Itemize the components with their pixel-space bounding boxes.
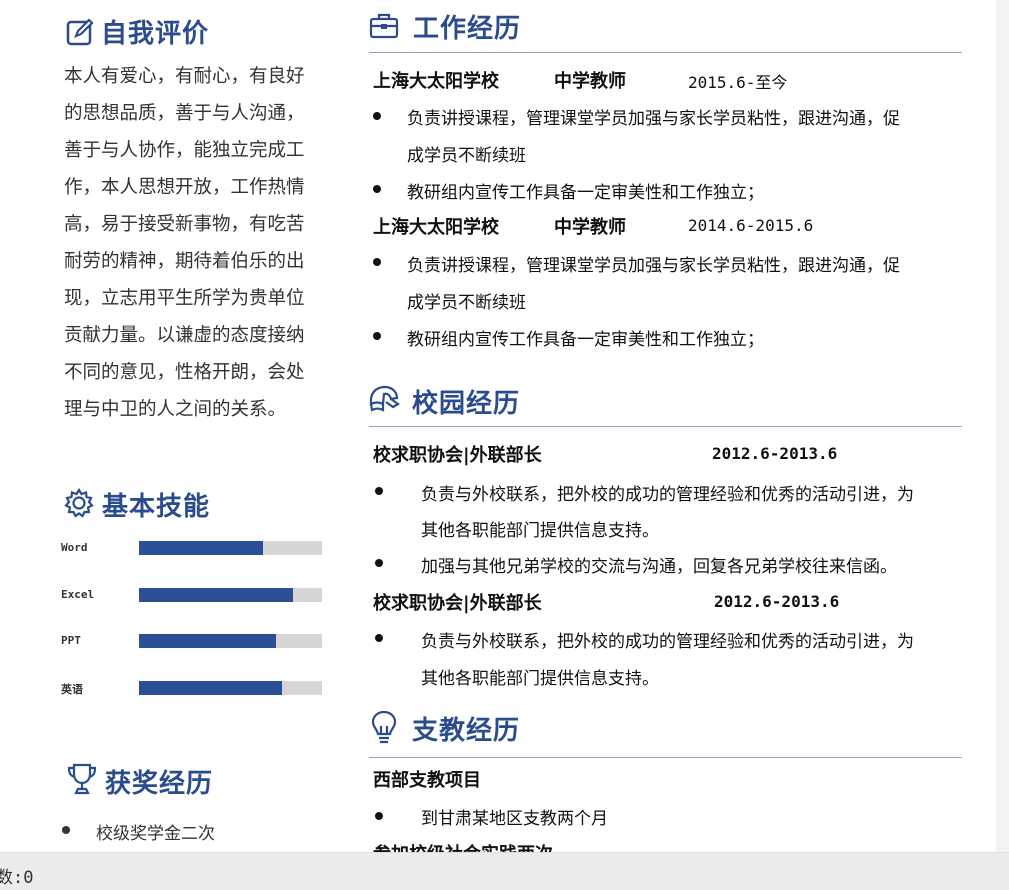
work-date: 2014.6-2015.6 [688, 216, 814, 235]
work-bullet-text: 教研组内宣传工作具备一定审美性和工作独立； [407, 183, 764, 203]
volunteer-next-heading: 参加校级社会实践两次 [373, 840, 553, 852]
bullet [373, 112, 381, 120]
bullet [375, 559, 383, 567]
work-org: 上海大太阳学校 [373, 71, 499, 92]
self-eval-line: 善于与人协作，能独立完成工 [64, 140, 305, 161]
self-eval-line: 耐劳的精神，期待着伯乐的出 [64, 251, 305, 272]
skill-label-word: Word [61, 541, 88, 554]
volunteer-project: 西部支教项目 [373, 770, 481, 791]
award-item: 校级奖学金二次 [96, 824, 215, 844]
skill-bar-word [139, 541, 322, 555]
campus-bullet-text: 负责与外校联系，把外校的成功的管理经验和优秀的活动引进，为 [421, 632, 914, 652]
work-bullet-text: 成学员不断续班 [407, 293, 526, 313]
briefcase-icon [369, 13, 399, 39]
section-title-volunteer: 支教经历 [412, 716, 521, 746]
gear-icon [64, 487, 94, 518]
page-gutter [996, 0, 1009, 852]
self-eval-line: 本人有爱心，有耐心，有良好 [64, 66, 305, 87]
work-bullet-text: 负责讲授课程，管理课堂学员加强与家长学员粘性，跟进沟通，促 [407, 256, 900, 276]
volunteer-bullet-text: 到甘肃某地区支教两个月 [421, 809, 608, 829]
skill-bar-english [139, 681, 322, 695]
skill-bar-fill [139, 588, 293, 602]
resume-page: 自我评价 本人有爱心，有耐心，有良好 的思想品质，善于与人沟通， 善于与人协作，… [0, 0, 996, 852]
skill-bar-fill [139, 681, 282, 695]
campus-title: 校求职协会|外联部长 [373, 445, 542, 466]
self-eval-line: 贡献力量。以谦虚的态度接纳 [64, 325, 305, 346]
section-title-self-eval: 自我评价 [101, 19, 210, 49]
bullet [375, 812, 383, 820]
skill-bar-excel [139, 588, 322, 602]
work-date: 2015.6-至今 [688, 73, 788, 92]
hat-icon [369, 385, 401, 412]
self-eval-line: 不同的意见，性格开朗，会处 [64, 362, 305, 383]
section-title-skills: 基本技能 [102, 492, 211, 522]
campus-bullet-text: 其他各职能部门提供信息支持。 [421, 521, 659, 541]
word-count: 数:0 [0, 868, 34, 888]
skill-label-excel: Excel [61, 588, 95, 601]
bullet [373, 258, 381, 266]
lightbulb-icon [371, 710, 397, 744]
campus-bullet-text: 负责与外校联系，把外校的成功的管理经验和优秀的活动引进，为 [421, 485, 914, 505]
bullet [373, 332, 381, 340]
self-eval-line: 理与中卫的人之间的关系。 [64, 399, 287, 420]
campus-bullet-text: 其他各职能部门提供信息支持。 [421, 669, 659, 689]
section-title-awards: 获奖经历 [105, 769, 214, 799]
self-eval-line: 高，易于接受新事物，有吃苦 [64, 214, 305, 235]
skill-label-ppt: PPT [61, 634, 81, 647]
section-title-work: 工作经历 [413, 14, 522, 44]
skill-label-english: 英语 [61, 683, 83, 696]
self-eval-paragraph: 本人有爱心，有耐心，有良好 的思想品质，善于与人沟通， 善于与人协作，能独立完成… [64, 58, 334, 428]
trophy-icon [67, 763, 97, 795]
campus-date: 2012.6-2013.6 [712, 444, 838, 463]
work-role: 中学教师 [554, 71, 626, 92]
work-org: 上海大太阳学校 [373, 217, 499, 238]
self-eval-line: 的思想品质，善于与人沟通， [64, 103, 305, 124]
bullet [373, 185, 381, 193]
skill-bar-ppt [139, 634, 322, 648]
self-eval-line: 现，立志用平生所学为贵单位 [64, 288, 305, 309]
section-title-campus: 校园经历 [412, 389, 521, 419]
campus-title: 校求职协会|外联部长 [373, 593, 542, 614]
work-bullet-text: 教研组内宣传工作具备一定审美性和工作独立； [407, 330, 764, 350]
section-divider [369, 52, 962, 53]
bullet [62, 826, 70, 834]
work-bullet-text: 成学员不断续班 [407, 146, 526, 166]
skill-bar-fill [139, 541, 264, 555]
campus-date: 2012.6-2013.6 [714, 592, 840, 611]
skill-bar-fill [139, 634, 277, 648]
edit-icon [66, 18, 94, 46]
section-divider [369, 426, 962, 427]
bullet [375, 487, 383, 495]
self-eval-line: 作，本人思想开放，工作热情 [64, 177, 305, 198]
status-bar: 数:0 [0, 852, 1009, 890]
campus-bullet-text: 加强与其他兄弟学校的交流与沟通，回复各兄弟学校往来信函。 [421, 557, 897, 577]
bullet [375, 634, 383, 642]
work-role: 中学教师 [554, 217, 626, 238]
section-divider [369, 757, 962, 758]
work-bullet-text: 负责讲授课程，管理课堂学员加强与家长学员粘性，跟进沟通，促 [407, 109, 900, 129]
